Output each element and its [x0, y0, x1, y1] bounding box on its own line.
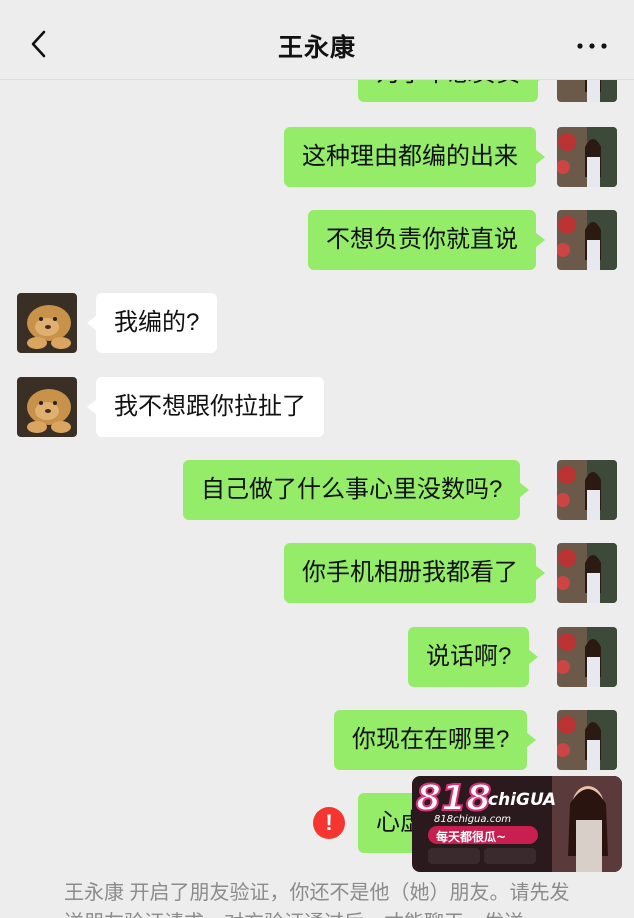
chat-screen: 为了不想负责 这种理由都编的出来 不想负责你就直说 我编的? 我不想跟你拉扯了 … [0, 0, 634, 918]
message-bubble[interactable]: 这种理由都编的出来 [284, 127, 545, 187]
message-bubble[interactable]: 不想负责你就直说 [308, 210, 545, 270]
nav-bar: 王永康 [0, 0, 634, 80]
watermark-site: 818chigua.com [434, 814, 512, 825]
more-button[interactable] [572, 28, 612, 60]
my-avatar[interactable] [557, 210, 617, 270]
system-notice: 王永康 开启了朋友验证，你还不是他（她）朋友。请先发送朋友验证请求，对方验证通过… [64, 882, 570, 918]
message-bubble[interactable]: 你现在在哪里? [334, 710, 537, 770]
contact-avatar[interactable] [17, 293, 77, 353]
my-avatar[interactable] [557, 460, 617, 520]
watermark-slogan: 每天都很瓜~ [436, 830, 507, 844]
more-dots-icon [577, 43, 607, 49]
message-bubble[interactable]: 说话啊? [408, 627, 539, 687]
message-bubble[interactable]: 自己做了什么事心里没数吗? [183, 460, 530, 520]
my-avatar[interactable] [557, 127, 617, 187]
message-bubble[interactable]: 我编的? [86, 293, 218, 353]
contact-avatar[interactable] [17, 377, 77, 437]
watermark-brand: 818 [415, 777, 492, 820]
my-avatar[interactable] [557, 543, 617, 603]
message-bubble[interactable]: 我不想跟你拉扯了 [87, 377, 324, 437]
watermark-brand-suffix: chiGUA [488, 790, 557, 810]
my-avatar[interactable] [557, 710, 617, 770]
send-failed-icon[interactable]: ! [313, 807, 345, 839]
my-avatar[interactable] [557, 627, 617, 687]
message-bubble[interactable]: 你手机相册我都看了 [284, 543, 545, 603]
chat-title: 王永康 [277, 34, 356, 62]
watermark-logo: 818 chiGUA 818chigua.com 每天都很瓜~ [412, 776, 622, 872]
